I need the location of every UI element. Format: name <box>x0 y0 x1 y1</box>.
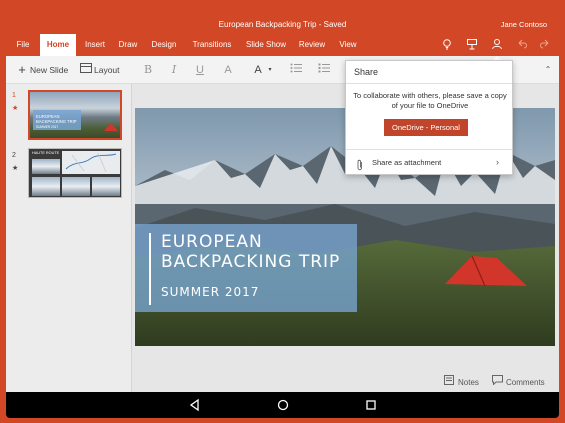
slide-thumbnail-1[interactable]: EUROPEAN BACKPACKING TRIP SUMMER 2017 <box>28 90 122 140</box>
tab-view[interactable]: View <box>334 34 362 56</box>
numbering-icon[interactable] <box>316 56 332 84</box>
paperclip-icon <box>356 158 364 176</box>
app-window: European Backpacking Trip - Saved Jane C… <box>6 0 559 423</box>
slide-number: 1 <box>12 92 16 99</box>
system-navigation-bar <box>6 392 559 418</box>
layout-button[interactable]: Layout <box>94 56 120 84</box>
underline-button[interactable]: U <box>192 56 208 84</box>
slide-number: 2 <box>12 152 16 159</box>
divider <box>346 83 512 84</box>
tab-transitions[interactable]: Transitions <box>186 34 238 56</box>
slide-thumbnail-2[interactable]: HAUTE ROUTE <box>28 148 122 198</box>
thumbnail-title: HAUTE ROUTE <box>32 151 60 155</box>
thumbnail-subtitle: SUMMER 2017 <box>36 125 59 129</box>
chevron-right-icon: › <box>496 157 499 167</box>
slide-thumbnail-pane: 1 ★ EUROPEAN BACKPACKING TRIP SUMMER 201… <box>6 84 132 392</box>
share-flyout-title: Share <box>354 67 379 77</box>
share-as-attachment-label: Share as attachment <box>372 158 442 167</box>
tab-insert[interactable]: Insert <box>80 34 110 56</box>
thumbnail-photo <box>62 177 90 196</box>
thumbnail-photo <box>92 177 120 196</box>
thumbnail-title: EUROPEAN BACKPACKING TRIP <box>36 114 77 124</box>
plus-icon[interactable]: + <box>14 56 30 84</box>
slide-title[interactable]: EUROPEAN BACKPACKING TRIP <box>161 232 357 272</box>
tab-home[interactable]: Home <box>40 34 76 56</box>
thumbnail-map <box>62 151 120 174</box>
star-icon: ★ <box>12 165 19 172</box>
lightbulb-icon[interactable] <box>440 38 454 52</box>
tab-slide-show[interactable]: Slide Show <box>242 34 290 56</box>
document-title: European Backpacking Trip - Saved <box>218 20 347 29</box>
onedrive-personal-button[interactable]: OneDrive - Personal <box>384 119 468 136</box>
slide-subtitle[interactable]: SUMMER 2017 <box>161 285 259 299</box>
share-as-attachment-item[interactable]: Share as attachment › <box>346 157 512 171</box>
star-icon: ★ <box>12 105 19 112</box>
comment-icon[interactable] <box>492 374 503 392</box>
share-message: To collaborate with others, please save … <box>353 91 507 110</box>
undo-icon[interactable] <box>515 38 529 52</box>
tab-file[interactable]: File <box>10 34 36 56</box>
thumbnail-photo <box>32 177 60 196</box>
share-person-icon[interactable] <box>490 38 504 52</box>
notes-icon[interactable] <box>444 374 454 392</box>
notes-button[interactable]: Notes <box>458 374 479 392</box>
thumbnail-photo <box>32 159 60 174</box>
layout-icon[interactable] <box>78 56 94 84</box>
tab-design[interactable]: Design <box>146 34 182 56</box>
recents-icon[interactable] <box>364 398 378 412</box>
status-bar: Notes Comments <box>6 374 559 392</box>
font-color-button[interactable]: A <box>220 56 236 84</box>
title-bar: European Backpacking Trip - Saved Jane C… <box>6 0 559 34</box>
present-icon[interactable] <box>465 38 479 52</box>
tent-graphic <box>104 123 118 131</box>
bold-button[interactable]: B <box>140 56 156 84</box>
redo-icon[interactable] <box>538 38 552 52</box>
tab-review[interactable]: Review <box>294 34 330 56</box>
divider <box>346 149 512 150</box>
collapse-ribbon-icon[interactable]: ⌃ <box>540 56 556 84</box>
comments-button[interactable]: Comments <box>506 374 545 392</box>
share-flyout: Share To collaborate with others, please… <box>345 60 513 175</box>
title-accent-line <box>149 233 151 305</box>
chevron-down-icon[interactable]: ▾ <box>262 56 278 84</box>
home-icon[interactable] <box>276 398 290 412</box>
new-slide-button[interactable]: New Slide <box>30 56 68 84</box>
user-account-name[interactable]: Jane Contoso <box>501 20 547 29</box>
tab-draw[interactable]: Draw <box>114 34 142 56</box>
italic-button[interactable]: I <box>166 56 182 84</box>
back-icon[interactable] <box>188 398 202 412</box>
bullets-icon[interactable] <box>288 56 304 84</box>
